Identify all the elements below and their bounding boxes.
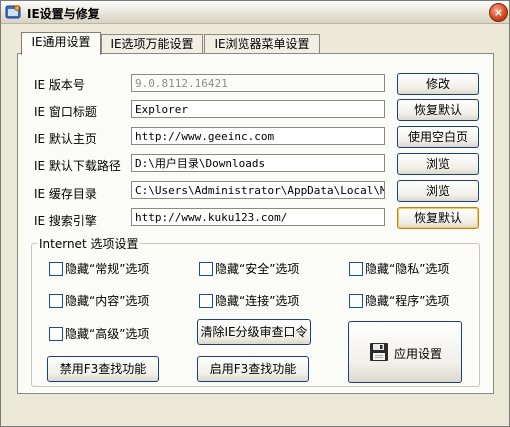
hide-privacy-checkbox[interactable] xyxy=(349,262,363,276)
enable-f3-button[interactable]: 启用F3查找功能 xyxy=(197,356,309,382)
hide-programs-checkbox[interactable] xyxy=(349,294,363,308)
window-title-field[interactable]: Explorer xyxy=(131,100,385,118)
clear-ie-password-button[interactable]: 清除IE分级审查口令 xyxy=(197,319,311,345)
download-path-label: IE 默认下载路径 xyxy=(34,159,121,173)
disable-f3-button[interactable]: 禁用F3查找功能 xyxy=(47,356,159,382)
hide-advanced-checkbox[interactable] xyxy=(49,327,63,341)
internet-options-title: Internet 选项设置 xyxy=(37,235,141,252)
ie-tool-icon xyxy=(5,5,21,19)
browse-download-button[interactable]: 浏览 xyxy=(397,153,479,175)
apply-settings-label: 应用设置 xyxy=(394,347,443,361)
close-icon[interactable]: × xyxy=(489,3,508,22)
modify-version-button[interactable]: 修改 xyxy=(397,73,479,95)
homepage-label: IE 默认主页 xyxy=(34,132,97,146)
homepage-field[interactable]: http://www.geeinc.com xyxy=(131,127,385,145)
floppy-disk-icon xyxy=(370,343,388,361)
tab-ie-menu[interactable]: IE浏览器菜单设置 xyxy=(204,34,320,54)
search-engine-field[interactable]: http://www.kuku123.com/ xyxy=(131,208,385,226)
hide-security-label: 隐藏“安全”选项 xyxy=(215,262,300,276)
window-title-label: IE 窗口标题 xyxy=(34,105,97,119)
hide-content-label: 隐藏“内容”选项 xyxy=(65,294,150,308)
apply-settings-button[interactable]: 应用设置 xyxy=(348,321,462,383)
tab-ie-options[interactable]: IE选项万能设置 xyxy=(101,34,203,54)
title-bar[interactable]: IE设置与修复 × xyxy=(1,1,509,24)
hide-connection-label: 隐藏“连接”选项 xyxy=(215,294,300,308)
cache-dir-label: IE 缓存目录 xyxy=(34,187,97,201)
version-label: IE 版本号 xyxy=(34,78,85,92)
search-engine-label: IE 搜索引擎 xyxy=(34,214,97,228)
cache-dir-field[interactable]: C:\Users\Administrator\AppData\Local\Mic… xyxy=(131,181,385,199)
hide-security-checkbox[interactable] xyxy=(199,262,213,276)
hide-advanced-label: 隐藏“高级”选项 xyxy=(65,327,150,341)
hide-general-label: 隐藏“常规”选项 xyxy=(65,262,150,276)
restore-search-button[interactable]: 恢复默认 xyxy=(397,207,479,229)
hide-connection-checkbox[interactable] xyxy=(199,294,213,308)
app-window: IE设置与修复 × IE通用设置 IE选项万能设置 IE浏览器菜单设置 IE 版… xyxy=(0,0,510,427)
window-title: IE设置与修复 xyxy=(27,7,100,21)
hide-content-checkbox[interactable] xyxy=(49,294,63,308)
hide-privacy-label: 隐藏“隐私”选项 xyxy=(365,262,450,276)
version-field[interactable]: 9.0.8112.16421 xyxy=(131,74,385,92)
hide-programs-label: 隐藏“程序”选项 xyxy=(365,294,450,308)
download-path-field[interactable]: D:\用户目录\Downloads xyxy=(131,154,385,172)
blank-page-button[interactable]: 使用空白页 xyxy=(397,126,479,148)
hide-general-checkbox[interactable] xyxy=(49,262,63,276)
restore-title-button[interactable]: 恢复默认 xyxy=(397,99,479,121)
tab-ie-general[interactable]: IE通用设置 xyxy=(21,32,101,55)
browse-cache-button[interactable]: 浏览 xyxy=(397,180,479,202)
